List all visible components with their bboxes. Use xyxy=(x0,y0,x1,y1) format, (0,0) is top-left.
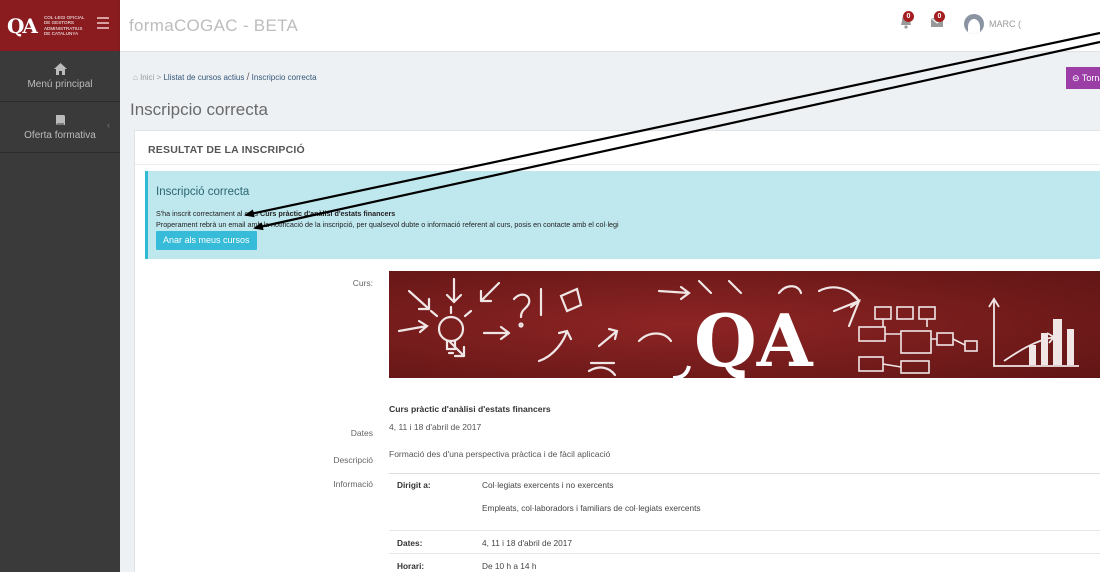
sidebar: QA Col·legi Oficial de Gestors Administr… xyxy=(0,0,120,572)
banner-logo-text: QA xyxy=(694,298,814,378)
label-informacio: Informació xyxy=(333,479,373,489)
chevron-left-icon: ‹ xyxy=(107,120,110,130)
sidebar-item-label: Menú principal xyxy=(27,78,93,90)
my-courses-button[interactable]: Anar als meus cursos xyxy=(156,231,257,250)
info-key: Dates: xyxy=(397,538,423,548)
breadcrumb-link-cursos[interactable]: Llistat de cursos actius xyxy=(163,73,244,82)
info-value: Col·legiats exercents i no exercents xyxy=(482,480,614,490)
label-dates: Dates xyxy=(350,428,373,438)
notifications-badge: 0 xyxy=(903,11,914,22)
course-banner-image: QA xyxy=(389,271,1100,378)
back-button-label: Tornar xyxy=(1081,73,1100,83)
brand-line: de Catalunya xyxy=(43,30,79,36)
table-row: Dirigit a: Col·legiats exercents i no ex… xyxy=(389,474,1100,497)
result-panel: RESULTAT DE LA INSCRIPCIÓ Inscripció cor… xyxy=(134,130,1100,572)
brand-text: Col·legi Oficial de Gestors Administrati… xyxy=(44,15,85,36)
banner-illustration: QA xyxy=(389,271,1100,378)
alert-course-name: Curs pràctic d'anàlisi d'estats financer… xyxy=(260,209,396,218)
table-row: Dates: 4, 11 i 18 d'abril de 2017 xyxy=(389,531,1100,554)
breadcrumb-separator: > xyxy=(156,73,162,82)
back-button[interactable]: ⊖ Tornar xyxy=(1066,67,1100,89)
app-title: formaCOGAC - BETA xyxy=(129,16,299,35)
messages-badge: 0 xyxy=(934,11,945,22)
sidebar-item-menu-principal[interactable]: Menú principal xyxy=(0,51,120,102)
info-key: Horari: xyxy=(397,561,425,571)
brand-logo[interactable]: QA xyxy=(7,14,38,38)
hamburger-menu-icon[interactable] xyxy=(97,17,109,32)
course-name: Curs pràctic d'anàlisi d'estats financer… xyxy=(389,404,551,414)
page-title: Inscripcio correcta xyxy=(130,100,268,119)
success-alert: Inscripció correcta S'ha inscrit correct… xyxy=(145,171,1100,259)
info-key: Dirigit a: xyxy=(397,480,431,490)
home-icon xyxy=(53,62,67,75)
panel-title: RESULTAT DE LA INSCRIPCIÓ xyxy=(135,131,1100,165)
messages-button[interactable]: 0 xyxy=(930,11,945,34)
sidebar-item-oferta-formativa[interactable]: Oferta formativa ‹ xyxy=(0,102,120,153)
breadcrumb-current: Inscripcio correcta xyxy=(251,73,317,82)
label-descripcio: Descripció xyxy=(333,455,373,465)
alert-message: S'ha inscrit correctament al curs Curs p… xyxy=(156,209,395,218)
alert-notice: Properament rebrà un email amb la notifi… xyxy=(156,220,619,229)
breadcrumb: ⌂ Inici > Llistat de cursos actius / Ins… xyxy=(133,72,317,83)
main-content: ⌂ Inici > Llistat de cursos actius / Ins… xyxy=(120,52,1100,572)
table-row: Horari: De 10 h a 14 h xyxy=(389,554,1100,572)
book-icon xyxy=(55,114,65,125)
alert-title: Inscripció correcta xyxy=(156,186,250,198)
avatar[interactable] xyxy=(964,14,984,34)
alert-message-prefix: S'ha inscrit correctament al curs xyxy=(156,209,259,218)
course-info-table: Dirigit a: Col·legiats exercents i no ex… xyxy=(389,473,1100,572)
notifications-button[interactable]: 0 xyxy=(899,11,914,34)
brand-line: Administratius xyxy=(43,25,83,31)
user-name[interactable]: MARC ( xyxy=(989,19,1021,29)
table-row: Empleats, col·laboradors i familiars de … xyxy=(389,497,1100,531)
info-value: 4, 11 i 18 d'abril de 2017 xyxy=(482,538,572,548)
back-circle-icon: ⊖ xyxy=(1072,73,1080,83)
label-curs: Curs: xyxy=(352,278,373,288)
sidebar-item-label: Oferta formativa xyxy=(24,129,96,141)
breadcrumb-separator: / xyxy=(246,72,250,83)
info-value: De 10 h a 14 h xyxy=(482,561,537,571)
home-icon[interactable]: ⌂ xyxy=(133,73,138,82)
brand-header: QA Col·legi Oficial de Gestors Administr… xyxy=(0,0,120,51)
info-value: Empleats, col·laboradors i familiars de … xyxy=(482,503,701,513)
top-bar: formaCOGAC - BETA 0 0 MARC ( xyxy=(120,0,1100,52)
course-description: Formació des d'una perspectiva pràctica … xyxy=(389,449,611,459)
course-dates: 4, 11 i 18 d'abril de 2017 xyxy=(389,422,482,432)
breadcrumb-home[interactable]: Inici xyxy=(140,73,154,82)
